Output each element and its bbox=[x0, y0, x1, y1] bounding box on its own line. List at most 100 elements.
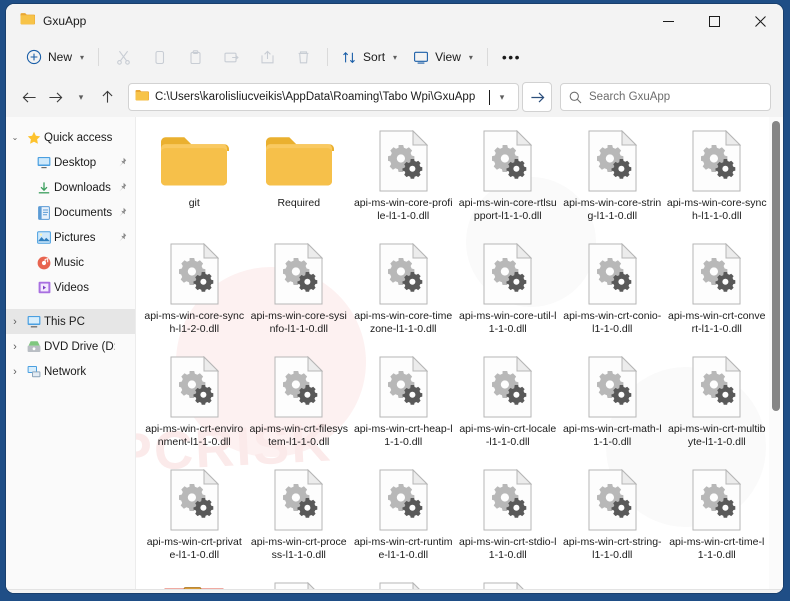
dll-file-icon bbox=[379, 355, 428, 419]
paste-button[interactable] bbox=[177, 43, 213, 71]
file-item[interactable]: api-ms-win-crt-process-l1-1-0.dll bbox=[247, 464, 352, 577]
delete-button[interactable] bbox=[285, 43, 321, 71]
file-item[interactable]: api-ms-win-crt-filesystem-l1-1-0.dll bbox=[247, 351, 352, 464]
up-button[interactable] bbox=[94, 83, 120, 111]
sort-button[interactable]: Sort ▾ bbox=[334, 43, 405, 71]
address-path-text: C:\Users\karolisliucveikis\AppData\Roami… bbox=[155, 91, 476, 103]
dll-file-icon bbox=[692, 356, 742, 418]
file-item[interactable]: libEGL.dll bbox=[456, 577, 561, 589]
chevron-right-icon[interactable]: › bbox=[6, 341, 24, 353]
sidebar-item-videos[interactable]: Videos bbox=[6, 275, 135, 300]
view-button[interactable]: View ▾ bbox=[405, 43, 481, 71]
sidebar-item-documents[interactable]: Documents bbox=[6, 200, 135, 225]
file-item[interactable]: api-ms-win-core-profile-l1-1-0.dll bbox=[351, 125, 456, 238]
file-item[interactable]: api-ms-win-core-util-l1-1-0.dll bbox=[456, 238, 561, 351]
file-item[interactable]: api-ms-win-crt-runtime-l1-1-0.dll bbox=[351, 464, 456, 577]
vertical-scrollbar[interactable] bbox=[769, 117, 783, 589]
arrow-right-icon bbox=[530, 91, 544, 103]
sidebar-item-desktop[interactable]: Desktop bbox=[6, 150, 135, 175]
navigation-pane: ⌄ Quick access Desktop Downloads Documents Pi… bbox=[6, 117, 136, 589]
sidebar-item-label: Documents bbox=[54, 206, 113, 219]
new-button[interactable]: New ▾ bbox=[18, 43, 92, 71]
more-options-button[interactable]: ••• bbox=[494, 43, 529, 71]
file-explorer-window: GxuApp New ▾ Sort ▾ View ▾ ••• ▾ C:\User… bbox=[6, 4, 783, 593]
file-item[interactable]: api-ms-win-crt-conio-l1-1-0.dll bbox=[560, 238, 665, 351]
file-item[interactable]: api-ms-win-crt-locale-l1-1-0.dll bbox=[456, 351, 561, 464]
view-icon bbox=[414, 51, 429, 64]
documents-icon bbox=[34, 205, 54, 220]
go-button[interactable] bbox=[522, 82, 552, 112]
minimize-button[interactable] bbox=[645, 4, 691, 38]
window-title: GxuApp bbox=[43, 14, 87, 28]
file-item[interactable]: bifow.rar bbox=[142, 577, 247, 589]
dll-file-icon bbox=[588, 130, 637, 192]
dll-file-icon bbox=[274, 582, 315, 589]
copy-icon bbox=[154, 50, 164, 64]
file-item[interactable]: api-ms-win-crt-time-l1-1-0.dll bbox=[665, 464, 770, 577]
file-item-label: api-ms-win-core-string-l1-1-0.dll bbox=[563, 197, 662, 222]
pin-icon bbox=[119, 157, 127, 167]
file-item[interactable]: api-ms-win-core-string-l1-1-0.dll bbox=[560, 125, 665, 238]
file-item[interactable]: api-ms-win-crt-private-l1-1-0.dll bbox=[142, 464, 247, 577]
sidebar-item-this-pc[interactable]: › This PC bbox=[6, 309, 135, 334]
scrollbar-thumb[interactable] bbox=[772, 121, 780, 411]
file-item[interactable]: api-ms-win-crt-stdio-l1-1-0.dll bbox=[456, 464, 561, 577]
dll-file-icon bbox=[379, 129, 428, 193]
dll-file-icon bbox=[379, 582, 420, 589]
dll-file-icon bbox=[692, 469, 742, 531]
file-item[interactable]: api-ms-win-core-synch-l1-2-0.dll bbox=[142, 238, 247, 351]
file-item[interactable]: d3dcompiler_47.dll bbox=[351, 577, 456, 589]
chevron-down-icon[interactable]: ⌄ bbox=[6, 133, 24, 142]
search-icon bbox=[569, 91, 582, 103]
file-item[interactable]: api-ms-win-core-rtlsupport-l1-1-0.dll bbox=[456, 125, 561, 238]
chevron-right-icon[interactable]: › bbox=[6, 316, 24, 328]
sidebar-item-quick-access[interactable]: ⌄ Quick access bbox=[6, 125, 135, 150]
sidebar-item-dvd-drive-d-cccc[interactable]: › DVD Drive (D:) CCCC bbox=[6, 334, 135, 359]
file-item[interactable]: api-ms-win-crt-heap-l1-1-0.dll bbox=[351, 351, 456, 464]
search-box[interactable]: Search GxuApp bbox=[560, 83, 771, 111]
file-item-label: api-ms-win-crt-math-l1-1-0.dll bbox=[562, 423, 662, 448]
forward-button[interactable] bbox=[42, 83, 68, 111]
chevron-right-icon[interactable]: › bbox=[6, 366, 24, 378]
dll-file-icon bbox=[170, 468, 219, 532]
maximize-button[interactable] bbox=[691, 4, 737, 38]
close-button[interactable] bbox=[737, 4, 783, 38]
sidebar-item-network[interactable]: › Network bbox=[6, 359, 135, 384]
dll-file-icon bbox=[588, 356, 637, 418]
file-item[interactable]: git bbox=[142, 125, 247, 238]
sidebar-item-music[interactable]: Music bbox=[6, 250, 135, 275]
rar-archive-icon bbox=[163, 581, 225, 589]
back-button[interactable] bbox=[16, 83, 42, 111]
file-item[interactable]: api-ms-win-core-timezone-l1-1-0.dll bbox=[351, 238, 456, 351]
view-button-label: View bbox=[435, 50, 461, 64]
file-item[interactable]: api-ms-win-crt-multibyte-l1-1-0.dll bbox=[665, 351, 770, 464]
rename-button[interactable] bbox=[213, 43, 249, 71]
dll-file-icon bbox=[483, 356, 533, 418]
file-item-label: api-ms-win-crt-private-l1-1-0.dll bbox=[146, 536, 242, 561]
arrow-up-icon bbox=[102, 90, 112, 103]
file-item[interactable]: Required bbox=[247, 125, 352, 238]
dll-file-icon bbox=[588, 355, 637, 419]
cut-button[interactable] bbox=[105, 43, 141, 71]
file-item[interactable]: api-ms-win-crt-string-l1-1-0.dll bbox=[560, 464, 665, 577]
copy-button[interactable] bbox=[141, 43, 177, 71]
share-button[interactable] bbox=[249, 43, 285, 71]
file-item[interactable]: api-ms-win-crt-environment-l1-1-0.dll bbox=[142, 351, 247, 464]
file-item[interactable]: chrome_elf.dll bbox=[247, 577, 352, 589]
file-item[interactable]: api-ms-win-core-sysinfo-l1-1-0.dll bbox=[247, 238, 352, 351]
dll-file-icon bbox=[588, 242, 637, 306]
sidebar-item-label: Desktop bbox=[54, 156, 97, 169]
sidebar-item-pictures[interactable]: Pictures bbox=[6, 225, 135, 250]
file-item[interactable]: api-ms-win-crt-math-l1-1-0.dll bbox=[560, 351, 665, 464]
sidebar-item-label: Network bbox=[44, 365, 87, 378]
file-item-label: api-ms-win-core-rtlsupport-l1-1-0.dll bbox=[458, 197, 557, 222]
file-item[interactable]: api-ms-win-crt-convert-l1-1-0.dll bbox=[665, 238, 770, 351]
file-item[interactable]: api-ms-win-core-synch-l1-1-0.dll bbox=[665, 125, 770, 238]
sidebar-item-downloads[interactable]: Downloads bbox=[6, 175, 135, 200]
pin-icon bbox=[115, 182, 129, 193]
dll-file-icon bbox=[483, 469, 533, 531]
recent-locations-button[interactable]: ▾ bbox=[68, 83, 94, 111]
address-bar[interactable]: C:\Users\karolisliucveikis\AppData\Roami… bbox=[128, 83, 519, 111]
sidebar-item-label: Music bbox=[54, 256, 85, 269]
chevron-down-icon[interactable]: ▾ bbox=[490, 92, 514, 103]
